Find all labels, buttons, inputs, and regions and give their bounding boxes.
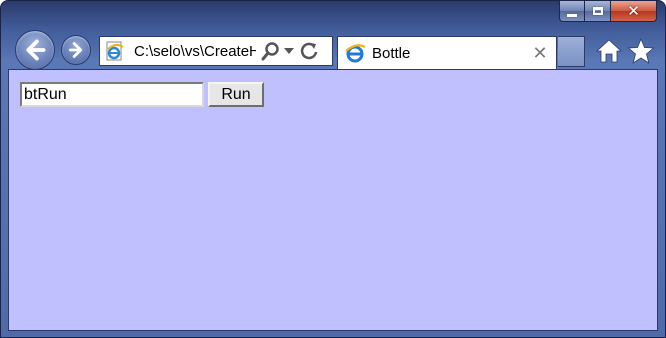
chevron-down-icon[interactable] bbox=[282, 40, 296, 62]
page-content: Run bbox=[8, 69, 658, 331]
browser-window: ✕ C:\selo\vs\CreateH Bottle ✕ btRun Run bbox=[0, 0, 666, 338]
home-icon bbox=[595, 39, 623, 63]
ie-logo-icon bbox=[344, 42, 366, 64]
address-url[interactable]: C:\selo\vs\CreateH bbox=[134, 43, 256, 60]
tab-bottle[interactable]: Bottle ✕ bbox=[337, 36, 557, 69]
tab-close-icon[interactable]: ✕ bbox=[530, 43, 550, 64]
ie-page-icon bbox=[104, 40, 126, 62]
favorites-button[interactable] bbox=[627, 37, 655, 65]
back-arrow-icon bbox=[26, 39, 46, 61]
forward-arrow-icon bbox=[69, 42, 83, 58]
run-button[interactable]: Run bbox=[208, 82, 264, 107]
new-tab-button[interactable] bbox=[558, 36, 585, 67]
maximize-icon bbox=[592, 7, 603, 15]
caption-buttons: ✕ bbox=[559, 1, 657, 23]
search-icon[interactable] bbox=[260, 40, 282, 62]
command-input[interactable] bbox=[20, 82, 204, 107]
back-button[interactable] bbox=[15, 30, 55, 70]
refresh-icon[interactable] bbox=[298, 40, 320, 62]
forward-button[interactable] bbox=[61, 35, 91, 65]
minimize-button[interactable] bbox=[559, 1, 585, 22]
close-button[interactable]: ✕ bbox=[611, 1, 657, 22]
home-button[interactable] bbox=[595, 38, 623, 64]
minimize-icon bbox=[567, 13, 577, 17]
address-bar[interactable]: C:\selo\vs\CreateH bbox=[99, 36, 333, 66]
close-icon: ✕ bbox=[627, 1, 640, 20]
tab-title: Bottle bbox=[372, 44, 411, 62]
maximize-button[interactable] bbox=[585, 1, 611, 22]
star-icon bbox=[627, 37, 655, 64]
